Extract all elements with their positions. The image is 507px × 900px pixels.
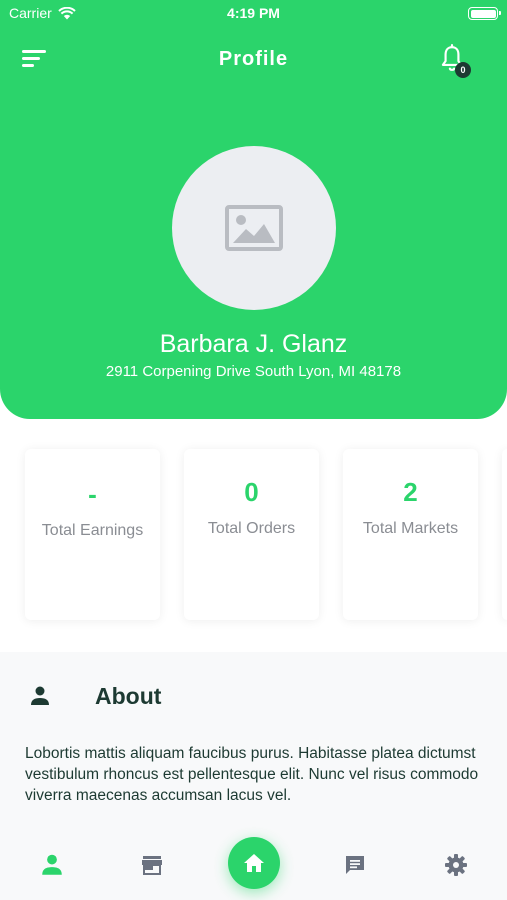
nav-profile[interactable] [32, 845, 72, 885]
user-name: Barbara J. Glanz [159, 330, 348, 358]
battery-icon [468, 7, 501, 20]
settings-icon [445, 854, 467, 876]
avatar[interactable] [172, 146, 336, 310]
profile-icon [42, 854, 62, 875]
image-placeholder-icon [225, 205, 283, 251]
nav-messages[interactable] [335, 845, 375, 885]
notifications-button[interactable]: 0 [439, 44, 471, 78]
nav-settings[interactable] [436, 845, 476, 885]
stat-label: Total Earnings [41, 522, 144, 539]
stat-value: 2 [403, 477, 418, 507]
nav-home[interactable] [228, 837, 280, 889]
top-nav-bar: Profile 0 [0, 40, 507, 80]
stat-label: Total Orders [207, 520, 296, 537]
about-text: Lobortis mattis aliquam faucibus purus. … [25, 745, 479, 804]
bottom-navigation [0, 830, 507, 900]
stat-card-earnings[interactable]: - Total Earnings [25, 449, 160, 620]
page-title: Profile [218, 48, 289, 70]
stat-label: Total Markets [362, 520, 459, 537]
stat-card-markets[interactable]: 2 Total Markets [343, 449, 478, 620]
notification-count-badge: 0 [455, 62, 471, 78]
store-icon [142, 856, 162, 875]
chat-icon [346, 856, 364, 874]
stat-value: - [88, 479, 97, 509]
status-bar: Carrier 4:19 PM [0, 0, 507, 28]
stats-row: - Total Earnings 0 Total Orders 2 Total … [0, 449, 507, 624]
stat-value: 0 [244, 477, 259, 507]
about-title: About [95, 683, 162, 709]
stat-card-orders[interactable]: 0 Total Orders [184, 449, 319, 620]
home-icon [244, 854, 264, 872]
status-time: 4:19 PM [227, 5, 280, 21]
nav-store[interactable] [132, 845, 172, 885]
stat-card-next[interactable] [502, 449, 507, 620]
person-icon [31, 686, 49, 705]
user-address: 2911 Corpening Drive South Lyon, MI 4817… [105, 363, 402, 380]
profile-header: Profile 0 Barbara J. Glanz 2911 Corpenin… [0, 0, 507, 419]
